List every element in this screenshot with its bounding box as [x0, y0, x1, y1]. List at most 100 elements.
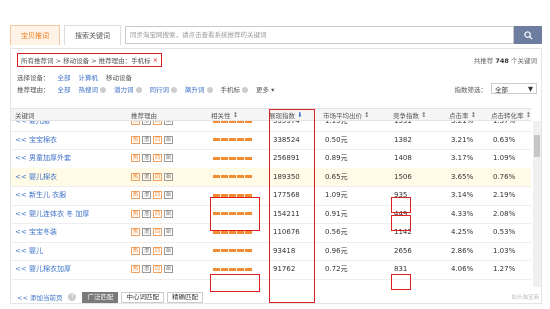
search-icon: [523, 30, 533, 40]
reason-tag: 飙: [164, 265, 173, 274]
more-filters-button[interactable]: 更多 ▾: [256, 84, 274, 94]
avg-bid-cell: 0.65元: [325, 172, 348, 181]
total-number: 748: [495, 57, 509, 65]
cvr-cell: 2.08%: [493, 209, 516, 218]
reason-tag: 同: [153, 121, 162, 126]
reason-option-rising[interactable]: 飙升词: [185, 84, 213, 94]
breadcrumb-row: 所有推荐词 > 移动设备 > 推荐理由：手机标 × 共推荐 748 个关键词: [17, 53, 537, 67]
ctr-cell: 3.65%: [451, 172, 474, 181]
reason-tag: 潜: [142, 135, 151, 144]
reason-option-peer[interactable]: 同行词: [150, 84, 177, 94]
reason-tag: 潜: [142, 154, 151, 163]
reason-tag: 潜: [142, 172, 151, 181]
device-option-pc[interactable]: 计算机: [79, 72, 99, 82]
reason-tag: 热: [131, 228, 140, 237]
device-option-all[interactable]: 全部: [58, 72, 71, 82]
index-filter-select[interactable]: 全部 ▼: [491, 83, 537, 94]
reason-tag: 潜: [142, 246, 151, 255]
cvr-cell: 1.09%: [493, 154, 516, 163]
reason-tags: 热潜同飙: [131, 223, 201, 242]
top-bar: 宝贝推词 搜索关键词 同步淘宝网搜索，请点击查看系统推荐的关键词: [10, 24, 542, 46]
col-competition[interactable]: 竞争指数 ↕: [393, 109, 445, 120]
exact-match-button[interactable]: 精确匹配: [166, 291, 203, 303]
scrollbar[interactable]: [533, 121, 541, 287]
tab-item-keywords[interactable]: 宝贝推词: [10, 25, 60, 45]
phrase-match-button[interactable]: 中心词匹配: [121, 291, 164, 303]
result-panel: 所有推荐词 > 移动设备 > 推荐理由：手机标 × 共推荐 748 个关键词 选…: [10, 48, 542, 304]
total-count: 共推荐 748 个关键词: [474, 55, 537, 65]
reason-tag: 飙: [164, 135, 173, 144]
keyword-cell[interactable]: << 宝宝冬装: [15, 223, 125, 242]
breadcrumb-text: 所有推荐词 > 移动设备 > 推荐理由：手机标: [21, 57, 151, 65]
col-relevance[interactable]: 相关性 ↕: [211, 109, 261, 120]
index-filter: 指数筛选： 全部 ▼: [454, 83, 537, 94]
cvr-cell: 1.37%: [493, 121, 516, 126]
reason-tag: 潜: [142, 209, 151, 218]
reason-tag: 热: [131, 172, 140, 181]
keyword-cell[interactable]: << 婴儿服: [15, 121, 125, 131]
col-cvr[interactable]: 点击转化率 ↕: [491, 109, 539, 120]
keyword-cell[interactable]: << 宝宝棉衣: [15, 131, 125, 150]
highlight-impressions-column: [269, 109, 315, 303]
col-avg-bid[interactable]: 市场平均出价 ↕: [323, 109, 388, 120]
reason-tag: 同: [153, 135, 162, 144]
help-icon: [206, 86, 213, 93]
add-current-page-link[interactable]: << 添加当前页: [17, 292, 62, 302]
relevance-bar: [213, 242, 259, 261]
ctr-cell: 3.21%: [451, 121, 474, 126]
tab-search-keywords[interactable]: 搜索关键词: [64, 25, 121, 45]
competition-cell: 1506: [394, 172, 412, 181]
highlight-competition-2: [391, 215, 411, 231]
avg-bid-cell: 0.72元: [325, 265, 348, 274]
reason-tag: 同: [153, 265, 162, 274]
reason-tag: 热: [131, 209, 140, 218]
broad-match-button[interactable]: 广泛匹配: [82, 291, 119, 303]
help-icon: [135, 86, 142, 93]
help-icon: [171, 86, 177, 93]
reason-option-potential[interactable]: 潜力词: [114, 84, 142, 94]
reason-tag: 热: [131, 246, 140, 255]
device-option-mobile[interactable]: 移动设备: [106, 72, 132, 82]
keyword-cell[interactable]: << 婴儿棉衣: [15, 168, 125, 187]
total-prefix: 共推荐: [473, 57, 494, 65]
reason-tag: 飙: [164, 191, 173, 200]
cvr-cell: 1.27%: [493, 265, 516, 274]
chevron-down-icon: ▼: [528, 84, 533, 93]
index-filter-label: 指数筛选：: [454, 85, 488, 94]
reason-tag: 潜: [142, 228, 151, 237]
keyword-cell[interactable]: << 婴儿: [15, 242, 125, 261]
reason-tags: 热潜同飙: [131, 186, 201, 205]
total-suffix: 个关键词: [511, 57, 537, 65]
device-filter-label: 选择设备：: [17, 73, 50, 82]
reason-tag: 飙: [164, 228, 173, 237]
reason-tag: 同: [153, 209, 162, 218]
reason-option-mobile[interactable]: 手机标: [221, 84, 248, 94]
reason-option-all[interactable]: 全部: [58, 84, 71, 94]
cvr-cell: 1.03%: [493, 246, 516, 255]
ctr-cell: 2.86%: [451, 246, 474, 255]
table-footer: << 添加当前页 ? 广泛匹配 中心词匹配 精确匹配: [17, 291, 206, 303]
reason-tag: 热: [131, 135, 140, 144]
keyword-cell[interactable]: << 新生儿 衣服: [15, 186, 125, 205]
reason-tag: 同: [153, 246, 162, 255]
cvr-cell: 0.53%: [493, 228, 516, 237]
scrollbar-thumb[interactable]: [534, 135, 540, 157]
ctr-cell: 3.14%: [451, 191, 474, 200]
avg-bid-cell: 0.89元: [325, 154, 348, 163]
reason-tag: 潜: [142, 265, 151, 274]
device-filter: 选择设备： 全部 计算机 移动设备: [17, 71, 537, 82]
keyword-cell[interactable]: << 男童加厚外套: [15, 149, 125, 168]
search-input[interactable]: 同步淘宝网搜索，请点击查看系统推荐的关键词: [125, 26, 514, 44]
reason-option-hot[interactable]: 热搜词: [79, 84, 106, 94]
reason-tag: 飙: [164, 154, 173, 163]
reason-tags: 热潜同飙: [131, 131, 201, 150]
reason-tag: 飙: [164, 172, 173, 181]
close-icon[interactable]: ×: [153, 56, 158, 64]
reason-filter: 推荐理由： 全部 热搜词 潜力词 同行词 飙升词 手机标 更多 ▾ 指数筛选： …: [17, 83, 537, 94]
keyword-cell[interactable]: << 婴儿连体衣 冬 加厚: [15, 205, 125, 224]
keyword-cell[interactable]: << 婴儿棉衣加厚: [15, 260, 125, 279]
search-button[interactable]: [514, 26, 542, 44]
reason-tag: 潜: [142, 191, 151, 200]
col-ctr[interactable]: 点击率 ↕: [449, 109, 489, 120]
highlight-relevance-row: [210, 274, 260, 292]
